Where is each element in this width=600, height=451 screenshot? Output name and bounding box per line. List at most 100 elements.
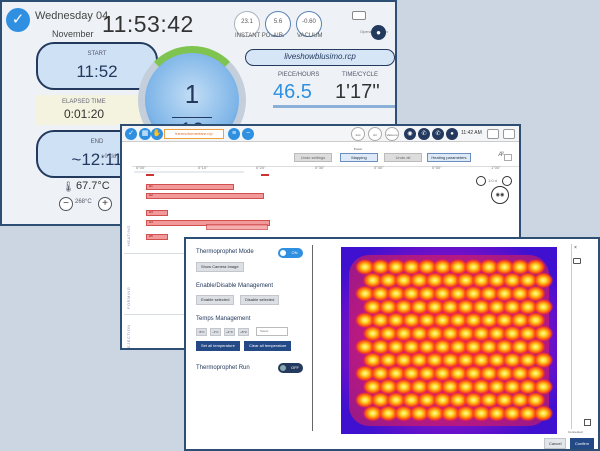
start-marker	[261, 174, 269, 176]
mode-toggle[interactable]: ON	[278, 248, 303, 258]
power-gauge: Inst Power	[351, 127, 365, 151]
heat-spot	[533, 405, 554, 422]
plus5-button[interactable]: +5°C	[238, 328, 249, 336]
scheduler-toolbar: ✓ ▦ ✋ thermoformerfare.rcp ≡ − Inst Powe…	[122, 126, 519, 151]
elapsed-time: 0:01:20	[64, 107, 105, 121]
heating-section-label: HEATING	[126, 225, 131, 246]
timeline-axis	[132, 166, 519, 167]
collapse-icon[interactable]	[504, 154, 512, 161]
check-icon[interactable]: ✓	[6, 8, 30, 32]
minus5-button[interactable]: -5°C	[196, 328, 207, 336]
vacuum-gauge: Vacuum	[385, 127, 399, 141]
mapping-button[interactable]: Mapping	[340, 153, 378, 162]
date-month: November	[52, 29, 94, 39]
grid-view-icon[interactable]	[503, 129, 515, 139]
minus-icon[interactable]: −	[242, 128, 254, 140]
grid-icon[interactable]: ▦	[139, 128, 151, 140]
heating-bar[interactable]: H5	[146, 234, 168, 240]
heating-bar-label: H1	[149, 184, 153, 188]
timeline-tick: 0"00"	[136, 165, 146, 170]
zoom-out-icon[interactable]	[476, 176, 486, 186]
undo-settings-button[interactable]: Undo settings	[294, 153, 332, 162]
user-icon[interactable]: ●	[371, 25, 386, 40]
decrease-button[interactable]: −	[59, 197, 73, 211]
phone-icon[interactable]: ✆	[418, 128, 430, 140]
pieces-label: PIECE/HOURS	[278, 72, 320, 78]
temperature-value: 67.7°C	[76, 180, 110, 192]
timeline-scrollbar[interactable]	[134, 171, 244, 173]
close-icon[interactable]: ×	[574, 245, 577, 251]
heating-bar[interactable]: H3	[146, 210, 168, 216]
tab-underline	[273, 105, 395, 108]
heating-bar-label: H5	[149, 234, 153, 238]
cycle-label: TIME/CYCLE	[342, 72, 379, 78]
clock: 11:53:42	[102, 11, 194, 37]
temperature-select[interactable]: Select	[256, 327, 288, 336]
minus1-button[interactable]: -1°C	[210, 328, 221, 336]
set-all-button[interactable]: Set all temperature	[196, 341, 240, 351]
phone-icon-2[interactable]: ✆	[432, 128, 444, 140]
vacuum-gauge: -0.60 VACUUM	[296, 11, 323, 39]
zoom-in-icon[interactable]	[502, 176, 512, 186]
end-extra: +0 dd	[101, 154, 117, 160]
playback-icon[interactable]: ◉◉	[491, 186, 509, 204]
cycle-current: 1	[184, 79, 200, 109]
setpoint-value: 268°C	[75, 199, 92, 205]
air-gauge: 5.6 AIR	[265, 11, 291, 39]
ejection-section-label: EJECTION	[126, 324, 131, 348]
forming-section-label: FORMING	[126, 286, 131, 309]
heating-bar[interactable]	[206, 224, 268, 230]
thermal-heatmap[interactable]	[341, 247, 557, 434]
timeline-tick: 1"00"	[491, 165, 501, 170]
heating-bar[interactable]: H2	[146, 193, 264, 199]
timeline-tick: 0"10"	[198, 165, 208, 170]
camera-icon[interactable]: ◉	[404, 128, 416, 140]
clear-all-button[interactable]: Clear all temperature	[244, 341, 292, 351]
recipe-url[interactable]: liveshowblusimo.rcp	[245, 49, 395, 66]
thumb-icon[interactable]: ✋	[151, 128, 163, 140]
show-camera-button[interactable]: Show Camera Image	[196, 262, 244, 272]
timeline-tick: 0"30"	[315, 165, 325, 170]
pieces-value: 46.5	[273, 81, 312, 103]
temps-label: Temps Management	[196, 316, 251, 322]
confirm-button[interactable]: Confirm	[570, 438, 595, 449]
run-toggle[interactable]: OFF	[278, 363, 303, 373]
cancel-button[interactable]: Cancel	[544, 438, 567, 449]
air-label: AIR	[272, 33, 283, 39]
heating-bar-label: H2	[149, 193, 153, 197]
start-marker	[146, 174, 154, 176]
panel-divider	[312, 245, 313, 431]
layers-icon[interactable]: ≡	[228, 128, 240, 140]
screen-icon[interactable]	[352, 11, 366, 20]
vacuum-value: -0.60	[302, 19, 316, 25]
air-gauge: Air	[368, 127, 382, 141]
heating-bar[interactable]: H1	[146, 184, 234, 190]
time-display: 11:42 AM	[461, 130, 482, 136]
enable-label: Enable/Disable Management	[196, 283, 274, 289]
air-value: 5.6	[273, 19, 283, 25]
heating-params-button[interactable]: Heating parameters	[427, 153, 471, 162]
undo-all-button[interactable]: Undo all	[384, 153, 422, 162]
heating-bar-label: H3	[149, 210, 153, 214]
camera-status: Connected	[568, 430, 583, 434]
timeline-tick: 0"40"	[374, 165, 384, 170]
date-day: Wednesday 04	[35, 10, 109, 22]
increase-button[interactable]: +	[98, 197, 112, 211]
cycle-value: 1'17''	[335, 81, 380, 103]
power-value: 23.1	[241, 19, 253, 25]
heating-bar-label: H4	[149, 220, 153, 224]
camera-icon	[584, 419, 591, 426]
thermometer-icon: 🌡	[62, 182, 75, 193]
screen-icon[interactable]	[573, 258, 581, 264]
plus1-button[interactable]: +1°C	[224, 328, 235, 336]
power-label: INSTANT POWER	[235, 33, 285, 39]
heat-spots	[355, 259, 554, 422]
disable-selected-button[interactable]: Disable selected	[240, 295, 280, 305]
check-icon[interactable]: ✓	[125, 128, 137, 140]
screen-icon[interactable]	[487, 129, 499, 139]
enable-selected-button[interactable]: Enable selected	[196, 295, 235, 305]
user-icon[interactable]: ●	[446, 128, 458, 140]
timeline-tick: 0"20"	[256, 165, 266, 170]
recipe-chip[interactable]: thermoformerfare.rcp	[164, 129, 224, 139]
start-time: 11:52	[76, 62, 118, 81]
